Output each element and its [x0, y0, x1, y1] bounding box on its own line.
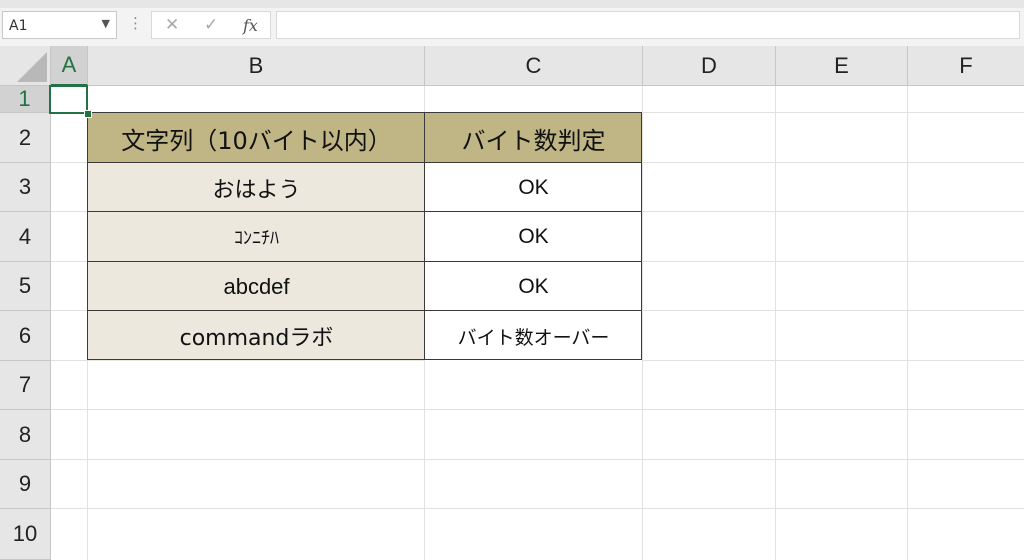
fill-handle[interactable]: [84, 110, 92, 118]
row-1-cells: [51, 86, 1024, 113]
row-header-5[interactable]: 5: [0, 262, 51, 311]
cell-c5[interactable]: OK: [425, 262, 642, 311]
active-cell-a1[interactable]: [49, 85, 88, 114]
cell-b3[interactable]: おはよう: [88, 163, 425, 212]
row-header-9[interactable]: 9: [0, 460, 51, 509]
formula-input[interactable]: [276, 11, 1020, 39]
select-all-triangle-icon: [17, 52, 47, 82]
formula-bar-grip-icon[interactable]: ⋮: [128, 14, 143, 32]
row-header-8[interactable]: 8: [0, 410, 51, 460]
column-header-d[interactable]: D: [643, 46, 776, 86]
row-header-4[interactable]: 4: [0, 212, 51, 262]
row-header-2[interactable]: 2: [0, 113, 51, 163]
spreadsheet-grid: A B C D E F 1 2 3 4 5 6 7 8 9 10 文字列（10バ…: [0, 46, 1024, 560]
ribbon-edge: [0, 0, 1024, 8]
row-header-1[interactable]: 1: [0, 86, 51, 113]
row-7-cells: [51, 361, 1024, 410]
cell-b4[interactable]: ｺﾝﾆﾁﾊ: [88, 212, 425, 262]
name-box-value: A1: [9, 18, 28, 34]
row-header-6[interactable]: 6: [0, 311, 51, 361]
check-icon[interactable]: ✓: [204, 15, 218, 35]
row-header-10[interactable]: 10: [0, 509, 51, 560]
name-box[interactable]: A1 ▼: [2, 11, 117, 39]
close-icon[interactable]: ✕: [165, 15, 179, 35]
row-8-cells: [51, 410, 1024, 460]
cell-c6[interactable]: バイト数オーバー: [425, 311, 642, 361]
cell-c3[interactable]: OK: [425, 163, 642, 212]
row-header-7[interactable]: 7: [0, 361, 51, 410]
cell-c2-header[interactable]: バイト数判定: [425, 113, 642, 163]
cell-b5[interactable]: abcdef: [88, 262, 425, 311]
chevron-down-icon[interactable]: ▼: [102, 17, 110, 30]
row-header-3[interactable]: 3: [0, 163, 51, 212]
cell-b6[interactable]: commandラボ: [88, 311, 425, 361]
function-icon[interactable]: fx: [243, 16, 258, 35]
column-header-f[interactable]: F: [908, 46, 1024, 86]
column-header-e[interactable]: E: [776, 46, 908, 86]
column-header-c[interactable]: C: [425, 46, 643, 86]
column-header-b[interactable]: B: [88, 46, 425, 86]
cell-b2-header[interactable]: 文字列（10バイト以内）: [88, 113, 425, 163]
column-header-a[interactable]: A: [51, 46, 88, 86]
formula-bar-tools: ✕ ✓ fx: [151, 11, 271, 39]
row-9-cells: [51, 460, 1024, 509]
select-all-button[interactable]: [0, 46, 51, 86]
formula-bar: A1 ▼ ⋮ ✕ ✓ fx: [0, 8, 1024, 47]
cell-c4[interactable]: OK: [425, 212, 642, 262]
